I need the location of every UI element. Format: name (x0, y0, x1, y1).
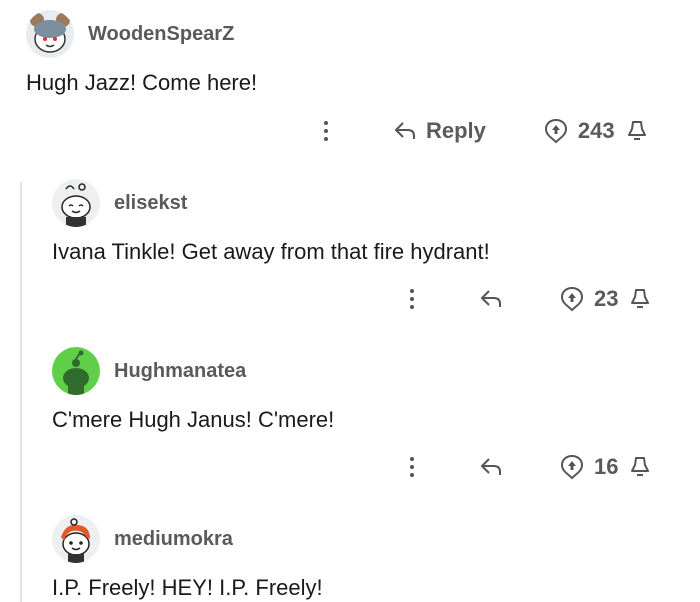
comment-text: Hugh Jazz! Come here! (26, 70, 258, 95)
more-options-button[interactable] (402, 452, 422, 482)
more-dot (410, 289, 414, 293)
upvote-button[interactable] (560, 286, 584, 312)
avatar[interactable] (26, 10, 74, 58)
avatar-green-snoo-icon (52, 347, 100, 395)
vote-count: 16 (594, 454, 619, 479)
more-dot (324, 121, 328, 125)
comment: WoodenSpearZ Hugh Jazz! Come here! (26, 10, 257, 96)
upvote-icon (544, 118, 567, 144)
avatar[interactable] (52, 347, 100, 395)
comment-header: mediumokra (52, 515, 323, 563)
upvote-button[interactable] (560, 454, 584, 480)
username[interactable]: mediumokra (114, 528, 233, 551)
upvote-icon (560, 454, 584, 480)
more-dot (410, 465, 414, 469)
comment-actions: Reply 243 (316, 116, 647, 146)
reply-arrow-icon (481, 458, 501, 475)
downvote-button[interactable] (630, 287, 650, 311)
comment-header: elisekst (52, 179, 490, 227)
downvote-button[interactable] (630, 455, 650, 479)
reply-label: Reply (426, 118, 486, 143)
thread-line (20, 182, 22, 602)
reply-arrow-icon (481, 290, 501, 307)
comment-header: Hughmanatea (52, 347, 334, 395)
reply-button[interactable]: Reply (394, 118, 486, 144)
comment-text: C'mere Hugh Janus! C'mere! (52, 407, 335, 432)
avatar[interactable] (52, 515, 100, 563)
comment-text: Ivana Tinkle! Get away from that fire hy… (52, 239, 490, 264)
vote-control: 23 (560, 286, 650, 312)
comment-actions: 23 (402, 284, 650, 314)
avatar-bear-icon (26, 10, 74, 58)
downvote-icon (631, 457, 650, 476)
upvote-icon (560, 286, 584, 312)
more-dot (410, 473, 414, 477)
downvote-button[interactable] (627, 119, 647, 143)
more-dot (324, 129, 328, 133)
more-dot (410, 457, 414, 461)
vote-control: 243 (544, 118, 647, 144)
more-dot (410, 297, 414, 301)
downvote-icon (627, 121, 646, 140)
vote-count: 243 (577, 118, 615, 143)
comment: Hughmanatea C'mere Hugh Janus! C'mere! (52, 347, 334, 433)
avatar-redhair-snoo-icon (52, 515, 100, 563)
avatar-snoo-icon (52, 179, 100, 227)
more-dot (410, 305, 414, 309)
more-dot (324, 137, 328, 141)
downvote-icon (631, 289, 650, 308)
upvote-button[interactable] (544, 118, 568, 144)
comment-actions: 16 (402, 452, 650, 482)
reply-arrow-icon (395, 122, 415, 139)
avatar[interactable] (52, 179, 100, 227)
comment: mediumokra I.P. Freely! HEY! I.P. Freely… (52, 515, 323, 601)
more-options-button[interactable] (402, 284, 422, 314)
more-options-button[interactable] (316, 116, 336, 146)
reply-button[interactable] (480, 457, 502, 477)
username[interactable]: Hughmanatea (114, 360, 246, 383)
vote-control: 16 (560, 454, 650, 480)
username[interactable]: WoodenSpearZ (88, 23, 234, 46)
reply-button[interactable] (480, 289, 502, 309)
comment-text: I.P. Freely! HEY! I.P. Freely! (52, 575, 323, 600)
comment: elisekst Ivana Tinkle! Get away from tha… (52, 179, 490, 265)
vote-count: 23 (594, 286, 619, 311)
username[interactable]: elisekst (114, 192, 187, 215)
comment-header: WoodenSpearZ (26, 10, 257, 58)
